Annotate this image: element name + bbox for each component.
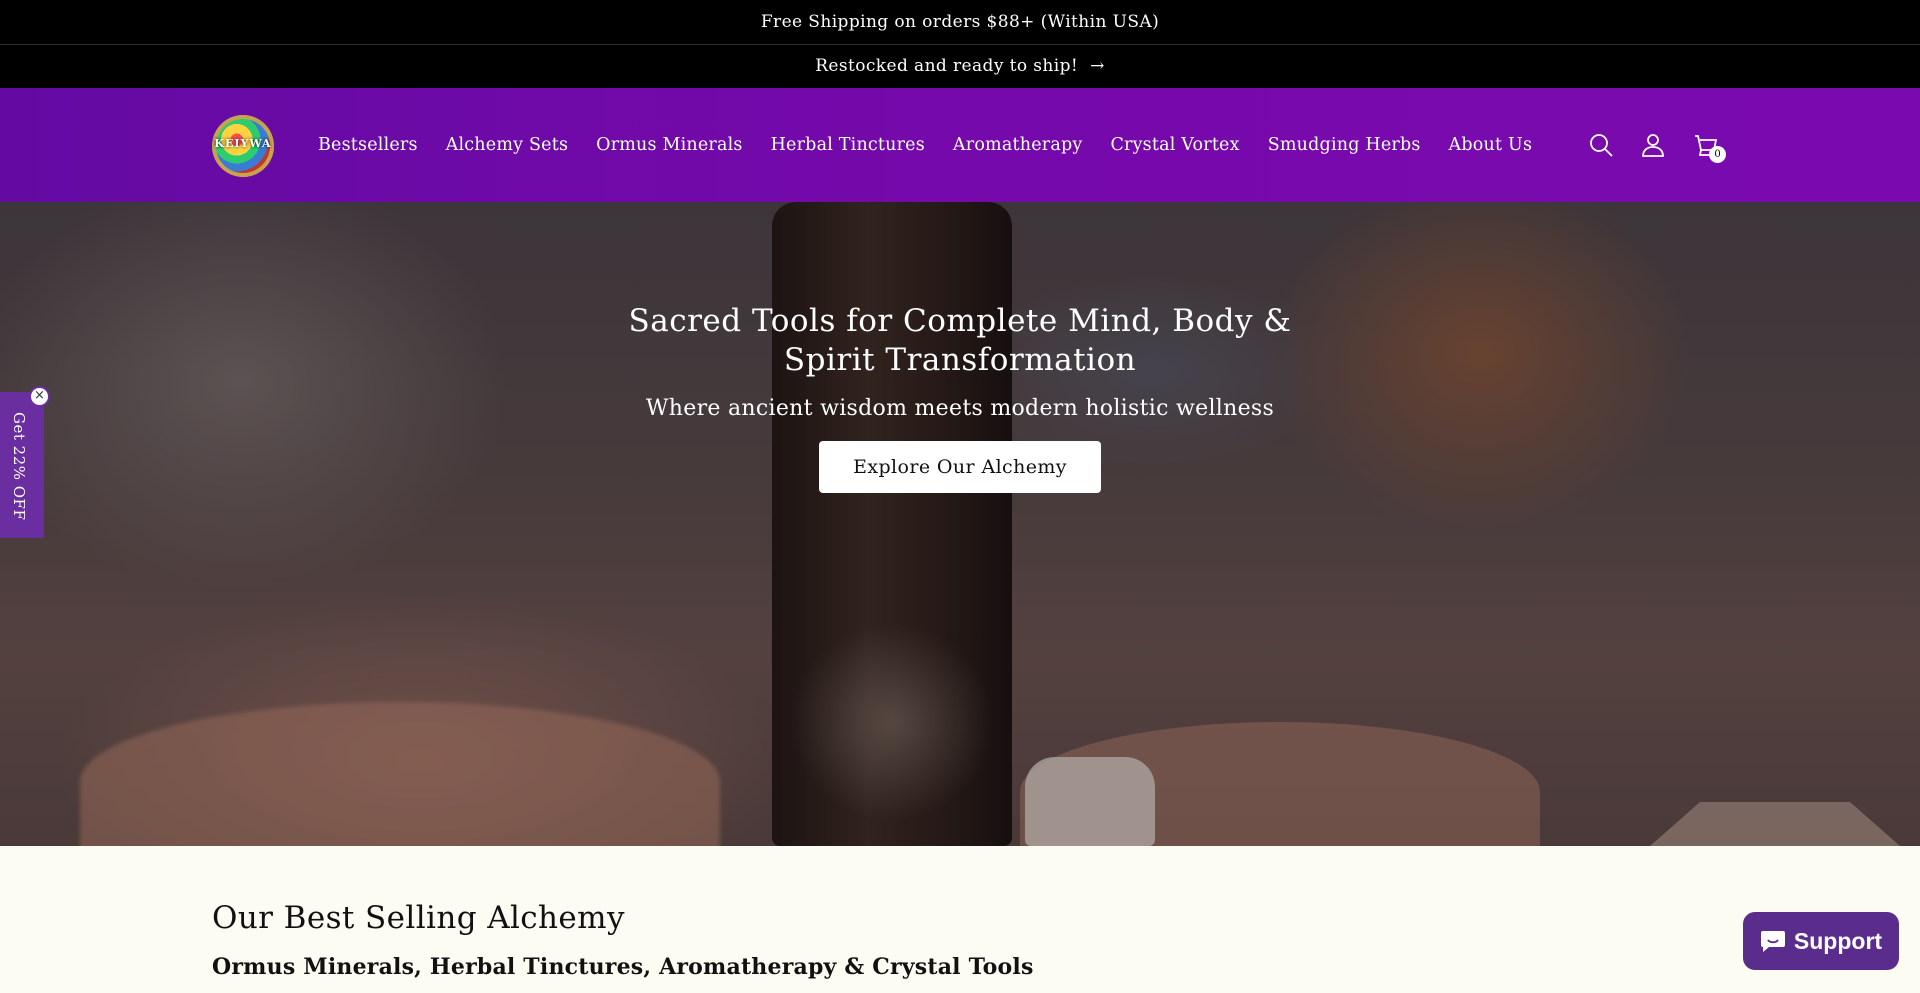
site-header: KEIYWA Bestsellers Alchemy Sets Ormus Mi… [0,88,1920,202]
announcement-bar: Free Shipping on orders $88+ (Within USA… [0,0,1920,88]
explore-alchemy-button[interactable]: Explore Our Alchemy [819,441,1101,493]
nav-alchemy-sets[interactable]: Alchemy Sets [446,135,568,155]
nav-aromatherapy[interactable]: Aromatherapy [953,135,1083,155]
close-icon[interactable]: × [29,386,50,407]
cart-count-badge: 0 [1709,146,1726,163]
hero-overlay [0,202,1920,846]
account-icon[interactable] [1640,132,1666,158]
header-icons: 0 [1588,88,1726,202]
support-label: Support [1793,927,1883,954]
main-nav: Bestsellers Alchemy Sets Ormus Minerals … [318,88,1532,202]
hero-subtitle: Where ancient wisdom meets modern holist… [645,396,1275,421]
site-logo[interactable]: KEIYWA [212,115,274,177]
hero-title: Sacred Tools for Complete Mind, Body & S… [628,303,1292,378]
restock-link[interactable]: Restocked and ready to ship! [815,45,1078,88]
support-chat-button[interactable]: Support [1743,912,1899,970]
shipping-announcement: Free Shipping on orders $88+ (Within USA… [760,12,1160,32]
nav-ormus-minerals[interactable]: Ormus Minerals [596,135,742,155]
nav-about-us[interactable]: About Us [1449,135,1533,155]
bestsellers-heading: Our Best Selling Alchemy [212,900,625,936]
hero-content: Sacred Tools for Complete Mind, Body & S… [0,302,1920,493]
bestsellers-section: Our Best Selling Alchemy Ormus Minerals,… [0,846,1920,980]
discount-popup-tab[interactable]: Get 22% OFF [0,392,44,538]
cart-icon[interactable]: 0 [1692,132,1726,163]
discount-popup-label: Get 22% OFF [10,412,28,521]
nav-bestsellers[interactable]: Bestsellers [318,135,418,155]
search-icon[interactable] [1588,132,1614,158]
chat-bubble-icon [1760,931,1785,952]
bestsellers-subheading: Ormus Minerals, Herbal Tinctures, Aromat… [212,954,1034,980]
nav-herbal-tinctures[interactable]: Herbal Tinctures [771,135,925,155]
restock-announcement[interactable]: Restocked and ready to ship! → [0,44,1920,88]
nav-smudging-herbs[interactable]: Smudging Herbs [1268,135,1421,155]
hero-banner: Sacred Tools for Complete Mind, Body & S… [0,202,1920,846]
nav-crystal-vortex[interactable]: Crystal Vortex [1110,135,1239,155]
logo-text: KEIYWA [214,137,272,150]
arrow-right-icon: → [1090,56,1105,76]
